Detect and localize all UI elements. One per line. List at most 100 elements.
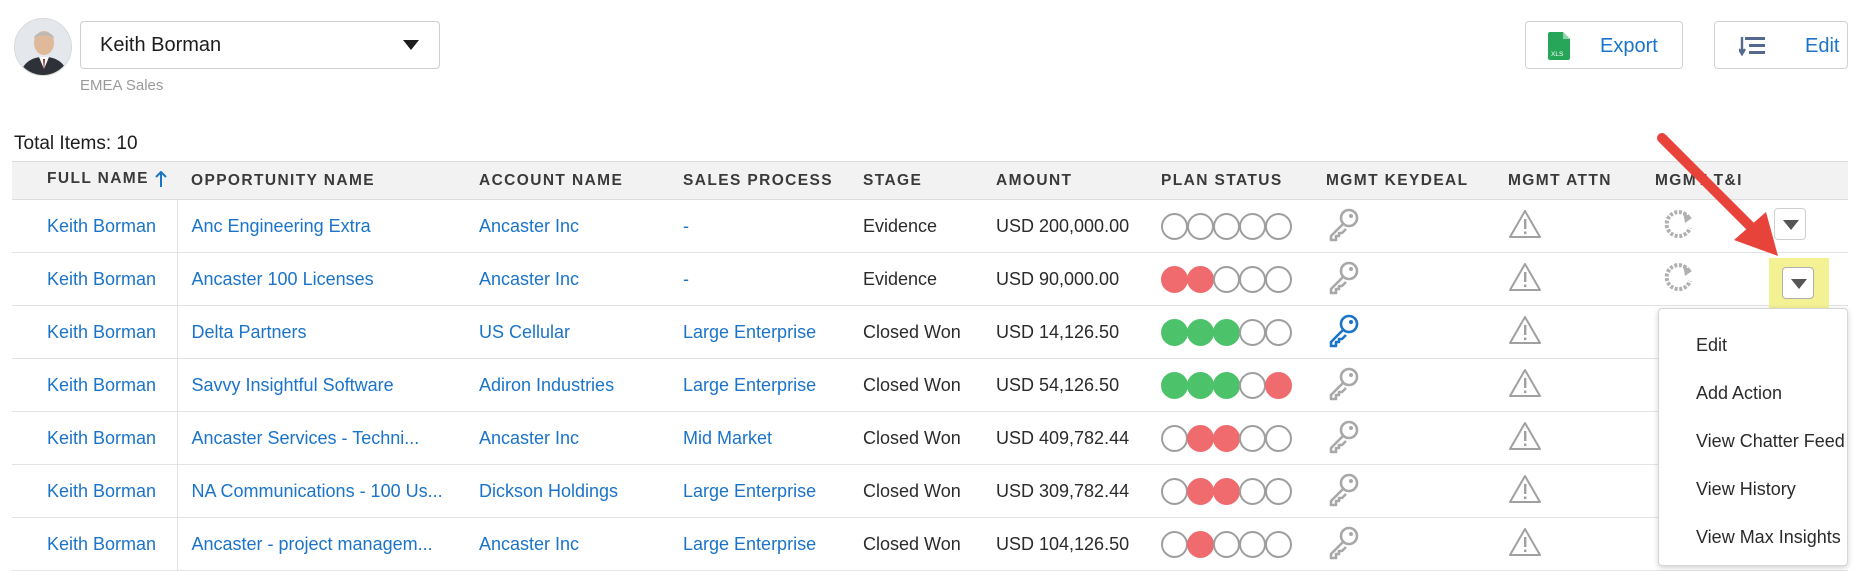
- plan-status-indicator: [1161, 477, 1312, 505]
- key-icon[interactable]: [1326, 314, 1362, 352]
- plan-status-dot-red: [1187, 424, 1214, 452]
- plan-status-indicator: [1161, 212, 1312, 240]
- amount-value: USD 104,126.50: [996, 533, 1130, 554]
- sales-process-link[interactable]: -: [683, 269, 689, 289]
- account-link[interactable]: Adiron Industries: [479, 375, 614, 395]
- warning-icon[interactable]: [1508, 421, 1542, 455]
- stage-value: Closed Won: [863, 480, 961, 501]
- sales-process-link[interactable]: Large Enterprise: [683, 322, 816, 342]
- warning-icon[interactable]: [1508, 209, 1542, 243]
- row-actions-dropdown-button[interactable]: [1782, 267, 1814, 299]
- opportunity-table: FULL NAME OPPORTUNITY NAME ACCOUNT NAME …: [12, 161, 1848, 571]
- col-header-amount[interactable]: AMOUNT: [982, 161, 1147, 200]
- table-header-row: FULL NAME OPPORTUNITY NAME ACCOUNT NAME …: [12, 161, 1848, 200]
- opportunity-link[interactable]: Savvy Insightful Software: [192, 375, 394, 395]
- account-link[interactable]: Ancaster Inc: [479, 269, 579, 289]
- plan-status-dot-red: [1187, 477, 1214, 505]
- key-icon[interactable]: [1326, 208, 1362, 246]
- plan-status-dot-green: [1161, 371, 1188, 399]
- sales-process-link[interactable]: -: [683, 216, 689, 236]
- sales-process-link[interactable]: Large Enterprise: [683, 375, 816, 395]
- excel-file-icon: XLS: [1548, 32, 1570, 66]
- account-link[interactable]: Ancaster Inc: [479, 534, 579, 554]
- amount-value: USD 90,000.00: [996, 268, 1120, 289]
- opportunity-link[interactable]: Ancaster - project managem...: [192, 534, 433, 554]
- menu-item-view-history[interactable]: View History: [1659, 465, 1847, 513]
- full-name-link[interactable]: Keith Borman: [47, 534, 156, 554]
- svg-text:XLS: XLS: [1551, 51, 1564, 58]
- menu-item-add-action[interactable]: Add Action: [1659, 369, 1847, 417]
- export-button[interactable]: XLS Export: [1525, 21, 1683, 69]
- sales-process-link[interactable]: Large Enterprise: [683, 481, 816, 501]
- plan-status-dot-empty: [1213, 212, 1240, 240]
- user-select-value: Keith Borman: [100, 33, 222, 56]
- plan-status-dot-green: [1187, 318, 1214, 346]
- col-header-sales-process[interactable]: SALES PROCESS: [669, 161, 849, 200]
- plan-status-dot-empty: [1239, 212, 1266, 240]
- account-link[interactable]: US Cellular: [479, 322, 570, 342]
- col-header-plan-status[interactable]: PLAN STATUS: [1147, 161, 1312, 200]
- plan-status-dot-empty: [1213, 530, 1240, 558]
- table-row: Keith Borman Ancaster Services - Techni.…: [12, 411, 1848, 465]
- warning-icon[interactable]: [1508, 527, 1542, 561]
- table-row: Keith Borman Savvy Insightful Software A…: [12, 358, 1848, 412]
- sales-process-link[interactable]: Large Enterprise: [683, 534, 816, 554]
- table-row: Keith Borman Ancaster 100 Licenses Ancas…: [12, 252, 1848, 306]
- edit-list-button[interactable]: Edit: [1714, 21, 1848, 69]
- account-link[interactable]: Ancaster Inc: [479, 216, 579, 236]
- sort-ascending-icon[interactable]: [155, 170, 167, 192]
- col-header-mgmt-keydeal[interactable]: MGMT KEYDEAL: [1312, 161, 1494, 200]
- plan-status-dot-empty: [1239, 265, 1266, 293]
- full-name-link[interactable]: Keith Borman: [47, 269, 156, 289]
- key-icon[interactable]: [1326, 526, 1362, 564]
- col-header-stage[interactable]: STAGE: [849, 161, 982, 200]
- col-header-opportunity-name[interactable]: OPPORTUNITY NAME: [177, 161, 465, 200]
- col-header-account-name[interactable]: ACCOUNT NAME: [465, 161, 669, 200]
- opportunity-link[interactable]: NA Communications - 100 Us...: [192, 481, 443, 501]
- sales-process-link[interactable]: Mid Market: [683, 428, 772, 448]
- full-name-link[interactable]: Keith Borman: [47, 428, 156, 448]
- row-action-highlight: [1769, 258, 1829, 308]
- plan-status-indicator: [1161, 530, 1312, 558]
- warning-icon[interactable]: [1508, 368, 1542, 402]
- key-icon[interactable]: [1326, 420, 1362, 458]
- plan-status-dot-empty: [1161, 530, 1188, 558]
- plan-status-indicator: [1161, 371, 1312, 399]
- plan-status-dot-empty: [1187, 212, 1214, 240]
- table-row: Keith Borman NA Communications - 100 Us.…: [12, 464, 1848, 518]
- row-action-menu: Edit Add Action View Chatter Feed View H…: [1658, 308, 1848, 566]
- full-name-link[interactable]: Keith Borman: [47, 322, 156, 342]
- warning-icon[interactable]: [1508, 315, 1542, 349]
- plan-status-dot-empty: [1239, 424, 1266, 452]
- menu-item-view-chatter-feed[interactable]: View Chatter Feed: [1659, 417, 1847, 465]
- account-link[interactable]: Dickson Holdings: [479, 481, 618, 501]
- plan-status-dot-empty: [1265, 424, 1292, 452]
- refresh-icon[interactable]: [1661, 262, 1695, 297]
- key-icon[interactable]: [1326, 473, 1362, 511]
- menu-item-edit[interactable]: Edit: [1659, 321, 1847, 369]
- table-row: Keith Borman Ancaster - project managem.…: [12, 517, 1848, 571]
- key-icon[interactable]: [1326, 367, 1362, 405]
- full-name-link[interactable]: Keith Borman: [47, 481, 156, 501]
- total-items: Total Items: 10: [14, 133, 138, 154]
- plan-status-dot-red: [1187, 530, 1214, 558]
- full-name-link[interactable]: Keith Borman: [47, 216, 156, 236]
- opportunity-link[interactable]: Ancaster 100 Licenses: [192, 269, 374, 289]
- col-header-full-name[interactable]: FULL NAME: [12, 161, 177, 200]
- table-row: Keith Borman Anc Engineering Extra Ancas…: [12, 199, 1848, 253]
- menu-item-view-max-insights[interactable]: View Max Insights: [1659, 513, 1847, 561]
- opportunity-link[interactable]: Anc Engineering Extra: [192, 216, 371, 236]
- opportunity-link[interactable]: Ancaster Services - Techni...: [192, 428, 420, 448]
- stage-value: Closed Won: [863, 321, 961, 342]
- col-header-mgmt-attn[interactable]: MGMT ATTN: [1494, 161, 1641, 200]
- warning-icon[interactable]: [1508, 474, 1542, 508]
- account-link[interactable]: Ancaster Inc: [479, 428, 579, 448]
- chevron-down-icon: [403, 40, 419, 50]
- opportunity-link[interactable]: Delta Partners: [192, 322, 307, 342]
- key-icon[interactable]: [1326, 261, 1362, 299]
- full-name-link[interactable]: Keith Borman: [47, 375, 156, 395]
- warning-icon[interactable]: [1508, 262, 1542, 296]
- user-select[interactable]: Keith Borman: [80, 21, 440, 69]
- edit-button-label: Edit: [1805, 35, 1840, 57]
- plan-status-indicator: [1161, 424, 1312, 452]
